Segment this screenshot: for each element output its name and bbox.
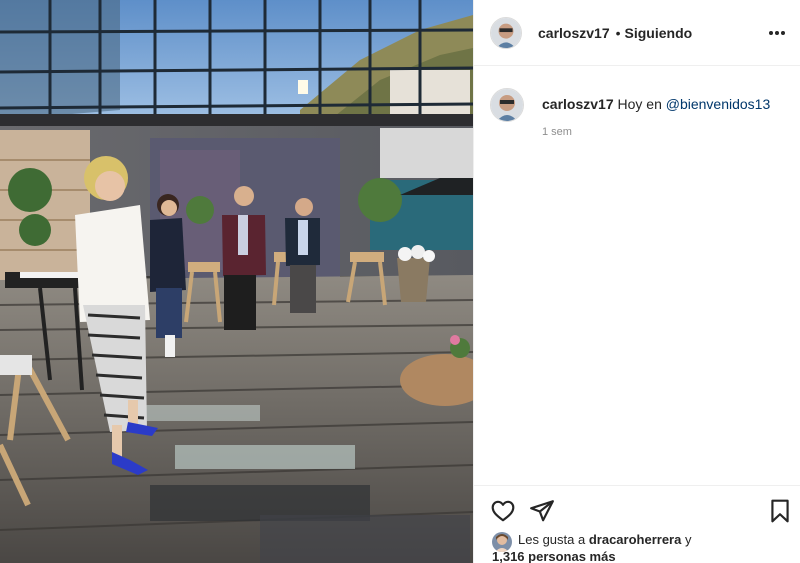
- header-separator: •: [615, 24, 621, 41]
- caption-username[interactable]: carloszv17: [542, 96, 614, 112]
- likes-conjunction: y: [684, 532, 692, 547]
- liker-username[interactable]: dracaroherrera: [589, 532, 682, 547]
- caption-body: carloszv17 Hoy en @bienvenidos13 1 sem: [542, 88, 770, 138]
- likes-text: Les gusta a dracaroherrera y 1,316 perso…: [492, 531, 692, 563]
- post-side-panel: carloszv17 • Siguiendo carloszv17 Hoy en…: [473, 0, 800, 563]
- paper-plane-icon[interactable]: [529, 498, 555, 524]
- avatar-image: [491, 89, 523, 121]
- post-author-username[interactable]: carloszv17: [538, 25, 610, 41]
- heart-icon[interactable]: [490, 498, 516, 524]
- caption-timestamp[interactable]: 1 sem: [542, 126, 770, 138]
- post-caption: carloszv17 Hoy en @bienvenidos13 1 sem: [490, 88, 790, 138]
- more-horizontal-icon[interactable]: [765, 24, 789, 42]
- caption-text: Hoy en: [617, 96, 662, 112]
- likes-prefix: Les gusta a: [518, 532, 586, 547]
- caption-avatar[interactable]: [490, 88, 524, 122]
- following-button[interactable]: Siguiendo: [625, 25, 693, 41]
- post-actions: Les gusta a dracaroherrera y 1,316 perso…: [474, 485, 800, 563]
- avatar[interactable]: [490, 16, 522, 49]
- avatar-image: [491, 17, 521, 48]
- post-header: carloszv17 • Siguiendo: [474, 0, 800, 66]
- post-photo[interactable]: [0, 0, 473, 563]
- post-photo-image: [0, 0, 473, 563]
- bookmark-icon[interactable]: [767, 498, 793, 524]
- caption-line: carloszv17 Hoy en @bienvenidos13: [542, 95, 770, 113]
- likes-summary: Les gusta a dracaroherrera y 1,316 perso…: [492, 531, 691, 563]
- likes-count-link[interactable]: 1,316 personas más: [492, 548, 691, 563]
- caption-mention-link[interactable]: @bienvenidos13: [666, 96, 771, 112]
